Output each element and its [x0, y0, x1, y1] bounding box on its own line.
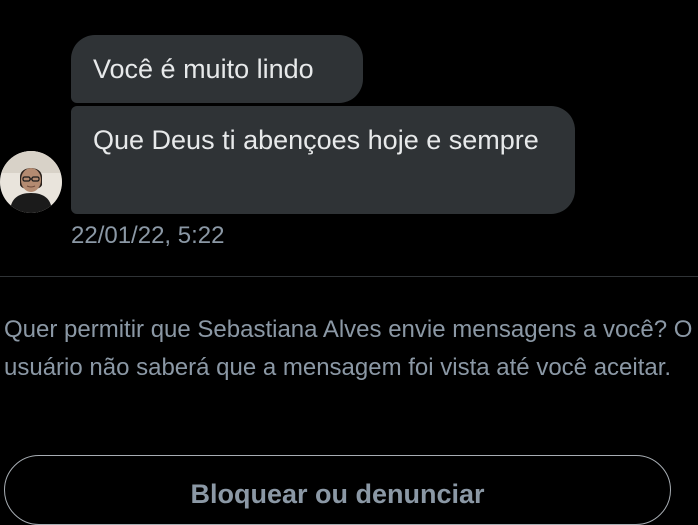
message-text: Que Deus ti abençoes hoje e sempre — [93, 125, 539, 155]
message-bubble: Que Deus ti abençoes hoje e sempre — [71, 106, 575, 214]
divider — [0, 276, 698, 277]
sender-avatar[interactable] — [0, 151, 62, 213]
message-timestamp: 22/01/22, 5:22 — [71, 222, 225, 249]
message-request-prompt: Quer permitir que Sebastiana Alves envie… — [4, 316, 693, 381]
avatar-photo — [0, 151, 62, 213]
message-bubble: Você é muito lindo — [71, 35, 363, 103]
message-text: Você é muito lindo — [93, 54, 314, 84]
block-or-report-button[interactable]: Bloquear ou denunciar — [4, 455, 671, 525]
